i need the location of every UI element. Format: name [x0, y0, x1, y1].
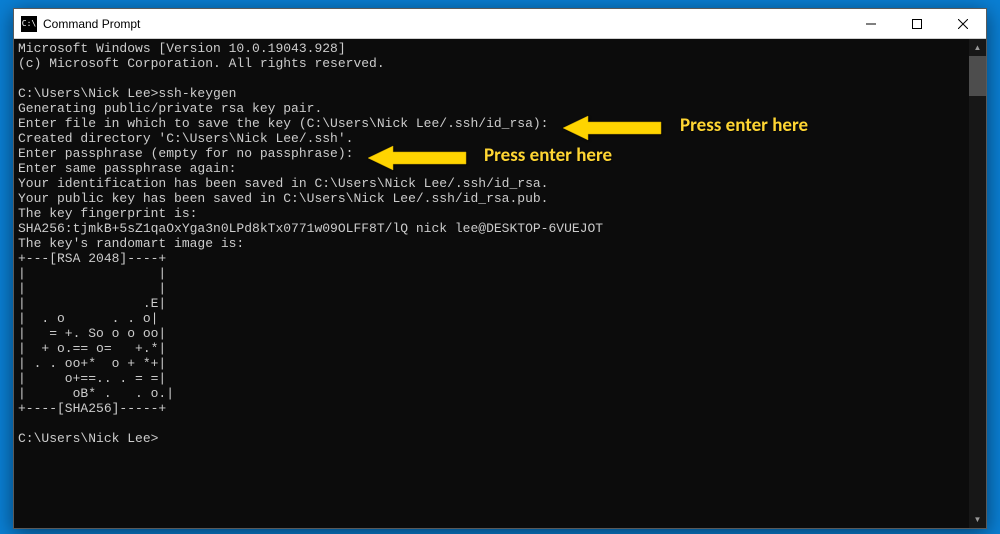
close-button[interactable] — [940, 9, 986, 38]
window-controls — [848, 9, 986, 38]
annotation-label-2: Press enter here — [484, 144, 612, 167]
terminal-output[interactable]: Microsoft Windows [Version 10.0.19043.92… — [14, 39, 969, 528]
scrollbar[interactable]: ▲ ▼ — [969, 39, 986, 528]
scrollbar-up-icon[interactable]: ▲ — [969, 39, 986, 56]
minimize-button[interactable] — [848, 9, 894, 38]
window-title: Command Prompt — [43, 17, 848, 31]
titlebar[interactable]: C:\ Command Prompt — [14, 9, 986, 39]
scrollbar-thumb[interactable] — [969, 56, 986, 96]
command-prompt-window: C:\ Command Prompt Microsoft Windows [Ve… — [13, 8, 987, 529]
terminal-area: Microsoft Windows [Version 10.0.19043.92… — [14, 39, 986, 528]
annotation-label-1: Press enter here — [680, 114, 808, 137]
cmd-icon: C:\ — [21, 16, 37, 32]
maximize-button[interactable] — [894, 9, 940, 38]
scrollbar-down-icon[interactable]: ▼ — [969, 511, 986, 528]
